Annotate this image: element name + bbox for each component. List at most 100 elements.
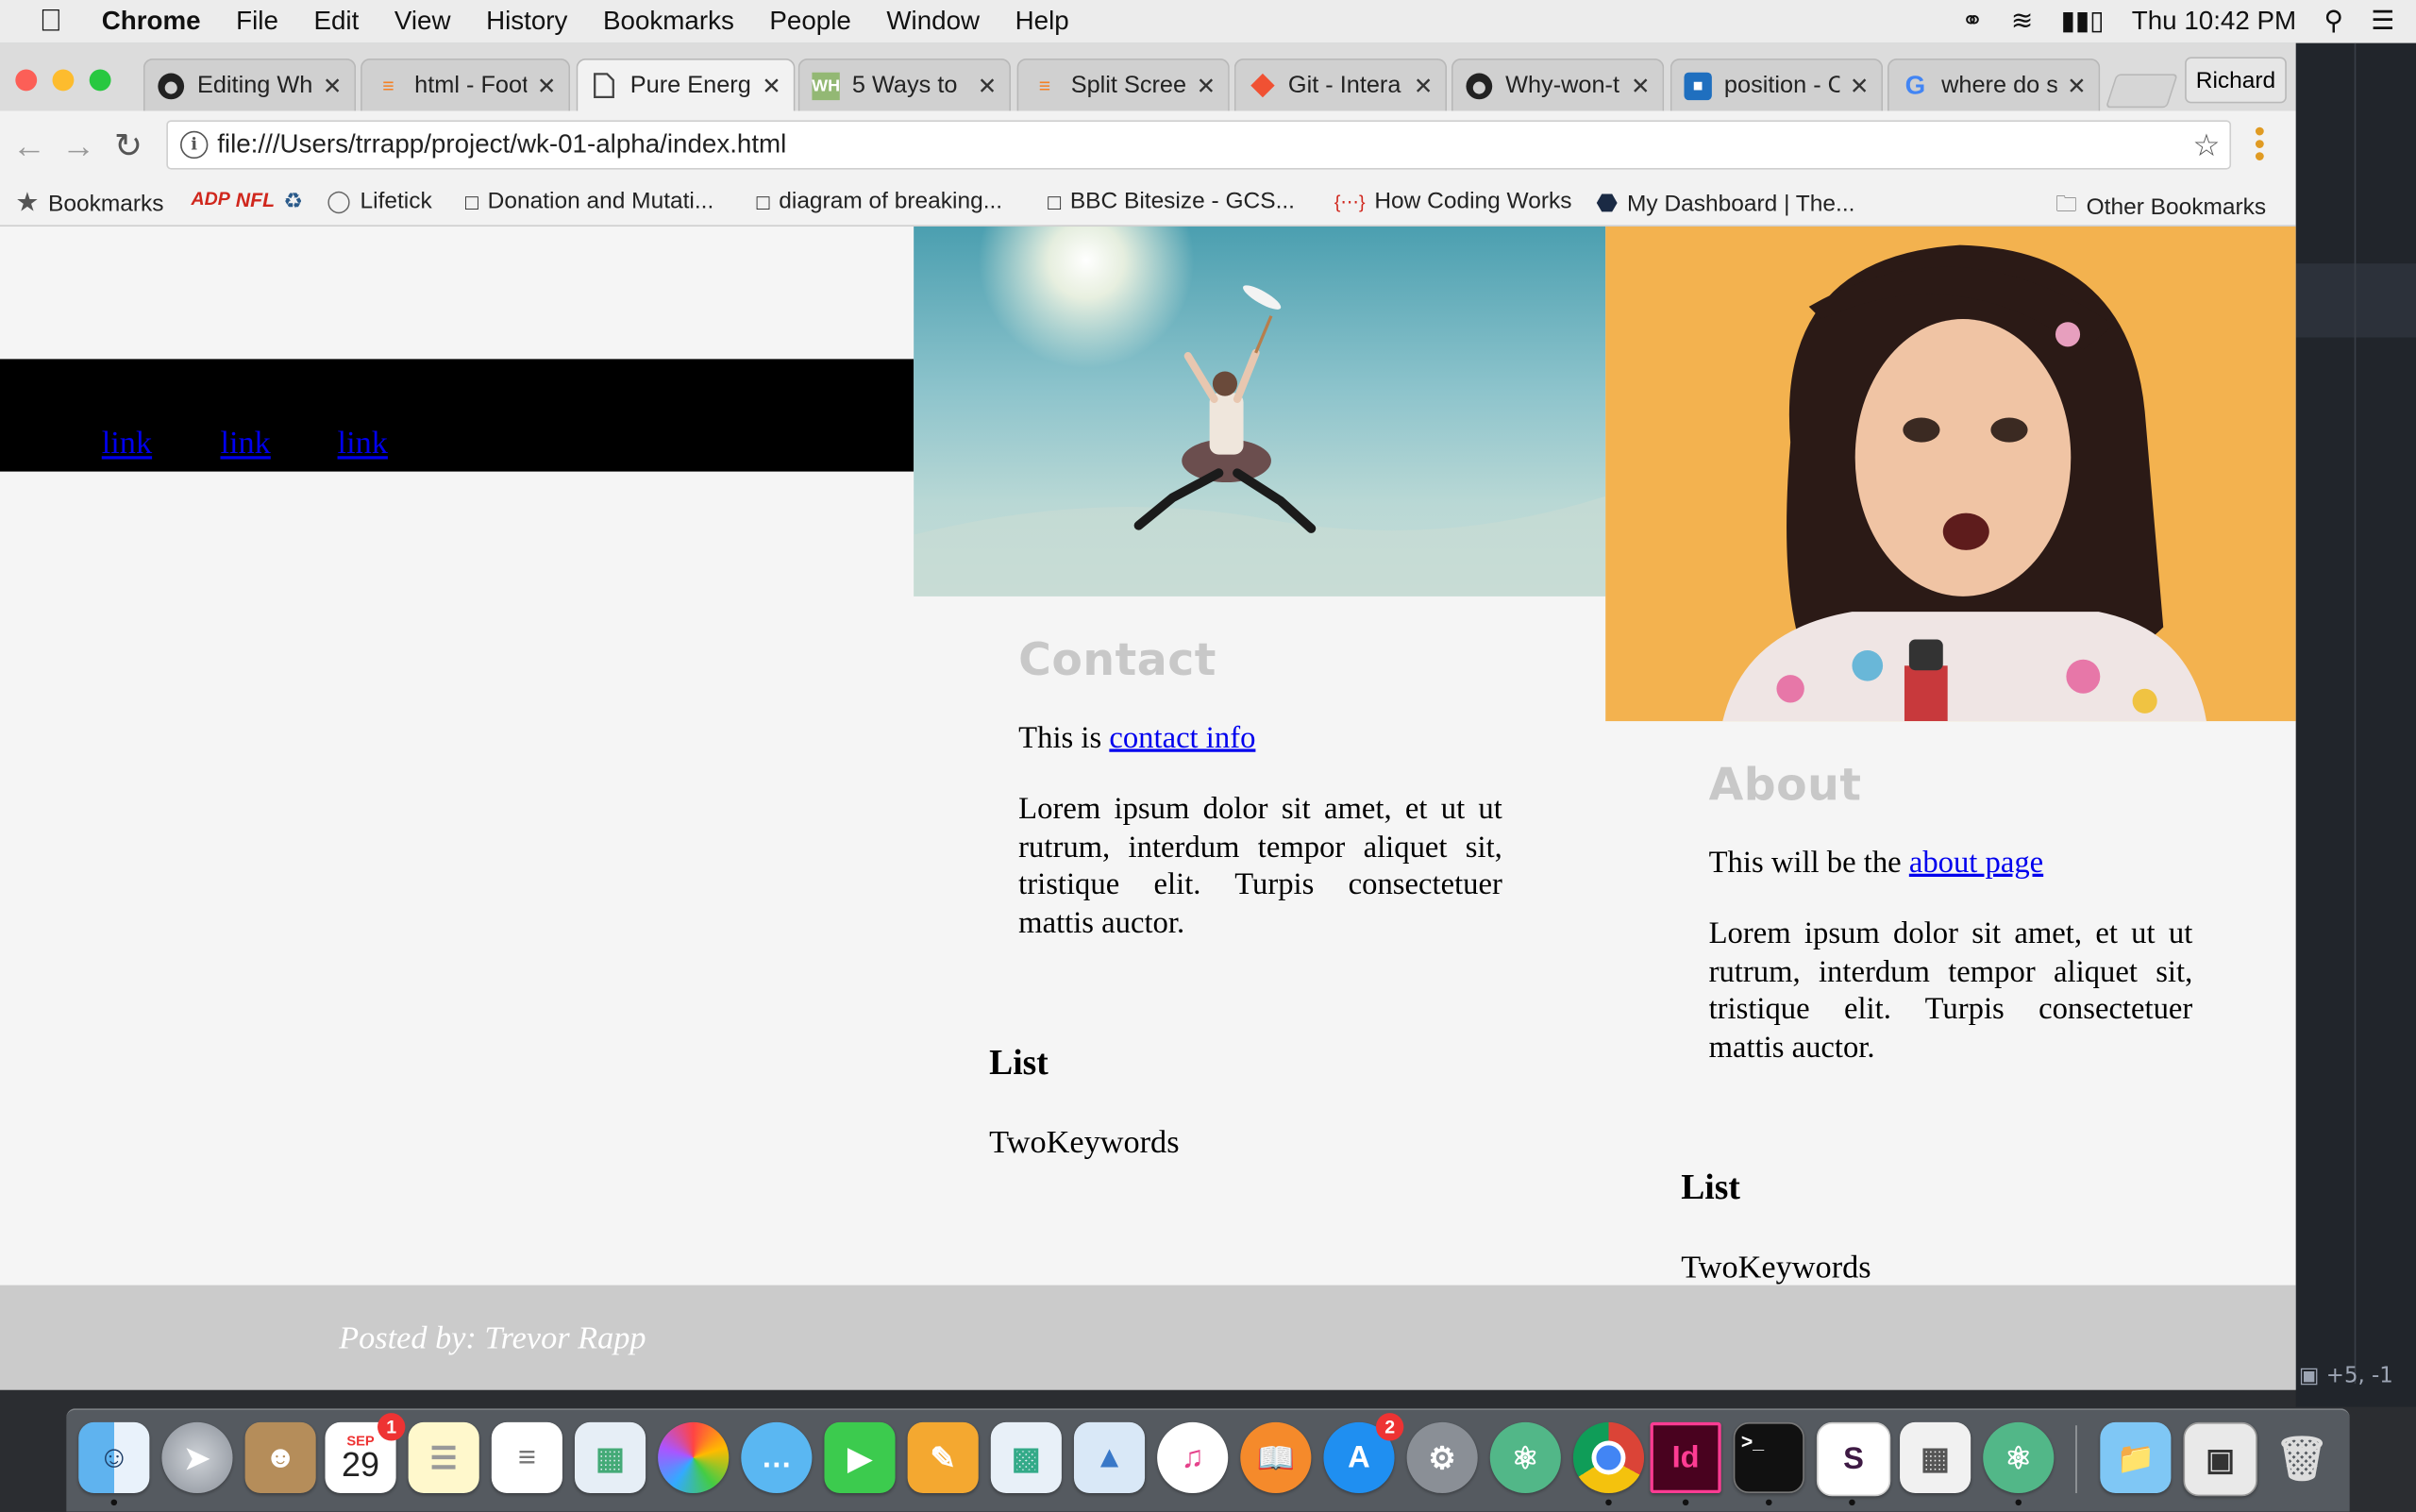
numbers-icon[interactable]: ▩: [990, 1421, 1062, 1494]
forward-arrow-icon[interactable]: →: [61, 126, 95, 166]
reminders-icon[interactable]: ≡: [491, 1421, 562, 1494]
close-tab-icon[interactable]: ✕: [323, 72, 343, 100]
about-list-item: TwoKeywords: [1681, 1248, 1871, 1285]
bookmark-figure[interactable]: ♻: [283, 188, 311, 214]
launchpad-icon[interactable]: ➤: [161, 1421, 233, 1494]
bookmark-bookmarks[interactable]: ★ Bookmarks: [15, 188, 163, 219]
menu-file[interactable]: File: [236, 7, 278, 38]
running-indicator: [1605, 1499, 1612, 1506]
new-tab-button[interactable]: [2105, 74, 2178, 109]
facetime-icon[interactable]: ▶: [824, 1421, 896, 1494]
finder-icon[interactable]: ☺: [78, 1421, 150, 1494]
bookmark-dashboard[interactable]: ⬣ My Dashboard | The...: [1596, 188, 1854, 219]
bookmark-diagram[interactable]: □ diagram of breaking...: [757, 188, 1002, 214]
wifi-icon[interactable]: ≋: [2011, 7, 2033, 38]
close-tab-icon[interactable]: ✕: [537, 72, 557, 100]
photos-icon[interactable]: [658, 1421, 730, 1494]
bookmark-lifetick[interactable]: ◯ Lifetick: [327, 188, 432, 214]
apple-menu-icon[interactable]: : [0, 4, 102, 40]
menu-view[interactable]: View: [394, 7, 451, 38]
close-tab-icon[interactable]: ✕: [1850, 72, 1870, 100]
itunes-icon[interactable]: ♫: [1157, 1421, 1229, 1494]
nav-link-3[interactable]: link: [338, 424, 388, 462]
system-preferences-icon[interactable]: ⚙: [1406, 1421, 1478, 1494]
close-tab-icon[interactable]: ✕: [978, 72, 998, 100]
downloads-folder-icon[interactable]: 📁: [2100, 1421, 2172, 1494]
chrome-menu-icon[interactable]: • • •: [2255, 117, 2265, 173]
about-intro-text: This will be the: [1708, 846, 1909, 881]
bookmark-how-coding-works[interactable]: {⋯} How Coding Works: [1334, 188, 1572, 214]
nav-link-1[interactable]: link: [102, 424, 152, 462]
trash-icon[interactable]: 🗑: [2267, 1422, 2338, 1493]
slack-icon[interactable]: S: [1816, 1421, 1891, 1497]
menu-bookmarks[interactable]: Bookmarks: [603, 7, 734, 38]
calendar-icon[interactable]: SEP 29 1: [325, 1413, 406, 1494]
menu-people[interactable]: People: [769, 7, 850, 38]
contact-section: Contact: [1018, 633, 1502, 686]
contact-body-text: Lorem ipsum dolor sit amet, et ut ut rut…: [1018, 792, 1502, 940]
about-page-link[interactable]: about page: [1909, 846, 2043, 880]
close-tab-icon[interactable]: ✕: [1414, 72, 1434, 100]
tab-title: Split Scree: [1070, 71, 1187, 98]
tab-git-interactive[interactable]: Git - Intera ✕: [1233, 59, 1448, 111]
tab-html-footer[interactable]: ≡ html - Foot ✕: [361, 59, 571, 111]
menu-edit[interactable]: Edit: [313, 7, 359, 38]
maximize-window-button[interactable]: [89, 69, 111, 92]
messages-icon[interactable]: …: [741, 1421, 813, 1494]
keynote-icon[interactable]: ▲: [1073, 1421, 1146, 1494]
contact-info-link[interactable]: contact info: [1109, 721, 1255, 755]
battery-icon[interactable]: ▮▮▯: [2061, 7, 2105, 38]
nav-link-2[interactable]: link: [220, 424, 270, 462]
terminal-icon[interactable]: >_: [1733, 1421, 1804, 1494]
close-tab-icon[interactable]: ✕: [1197, 72, 1216, 100]
window-preview-icon[interactable]: ▣: [2183, 1421, 2257, 1497]
bookmark-bbc[interactable]: □ BBC Bitesize - GCS...: [1048, 188, 1295, 214]
ibooks-icon[interactable]: 📖: [1240, 1421, 1312, 1494]
back-arrow-icon[interactable]: ←: [12, 126, 46, 166]
tab-where-do[interactable]: G where do s ✕: [1887, 59, 2101, 111]
close-window-button[interactable]: [15, 69, 38, 92]
adp-icon: ADP: [191, 188, 230, 210]
menubar-clock[interactable]: Thu 10:42 PM: [2132, 7, 2296, 38]
tab-editing[interactable]: Editing Wh ✕: [143, 59, 357, 111]
info-icon[interactable]: i: [180, 130, 209, 160]
tab-5-ways[interactable]: WH 5 Ways to ✕: [797, 59, 1012, 111]
profile-button[interactable]: Richard: [2185, 57, 2287, 104]
indesign-icon[interactable]: Id: [1650, 1421, 1721, 1494]
address-bar[interactable]: i file:///Users/trrapp/project/wk-01-alp…: [166, 120, 2232, 170]
tab-pure-energy[interactable]: Pure Energ ✕: [576, 59, 796, 111]
pages-icon[interactable]: ✎: [907, 1421, 979, 1494]
minimize-window-button[interactable]: [52, 69, 75, 92]
menu-help[interactable]: Help: [1015, 7, 1069, 38]
preview-icon[interactable]: ▦: [574, 1421, 646, 1494]
hexagon-icon: ⬣: [1596, 191, 1619, 218]
bookmark-star-icon[interactable]: ☆: [2192, 126, 2220, 165]
creative-cloud-icon[interactable]: ⚭: [1961, 7, 1983, 38]
close-tab-icon[interactable]: ✕: [2067, 72, 2087, 100]
tab-why-wont[interactable]: Why-won-t ✕: [1451, 59, 1665, 111]
calculator-icon[interactable]: ▦: [1900, 1421, 1971, 1494]
address-url[interactable]: file:///Users/trrapp/project/wk-01-alpha…: [217, 129, 786, 160]
contact-list-heading: List: [989, 1043, 1049, 1083]
menu-history[interactable]: History: [486, 7, 567, 38]
bookmark-adp[interactable]: ADP: [191, 188, 239, 210]
bookmark-nfl[interactable]: NFL: [236, 188, 284, 210]
close-tab-icon[interactable]: ✕: [762, 72, 781, 100]
menu-window[interactable]: Window: [886, 7, 980, 38]
notification-center-icon[interactable]: ☰: [2371, 7, 2394, 38]
tab-position[interactable]: ■ position - C ✕: [1669, 59, 1884, 111]
reload-icon[interactable]: ↻: [114, 126, 143, 166]
spotlight-search-icon[interactable]: ⚲: [2324, 7, 2343, 38]
contact-intro-text: This is: [1018, 721, 1110, 755]
app-store-icon[interactable]: A2: [1323, 1413, 1404, 1494]
tab-split-screen[interactable]: ≡ Split Scree ✕: [1016, 59, 1230, 111]
chrome-icon[interactable]: [1572, 1421, 1645, 1494]
bookmark-other[interactable]: 🗀 Other Bookmarks: [2055, 188, 2266, 225]
contacts-icon[interactable]: ☻: [244, 1421, 316, 1494]
atom-icon[interactable]: ⚛: [1489, 1421, 1561, 1494]
close-tab-icon[interactable]: ✕: [1631, 72, 1651, 100]
notes-icon[interactable]: ☰: [408, 1421, 479, 1494]
menu-chrome[interactable]: Chrome: [102, 7, 201, 38]
bookmark-donation[interactable]: □ Donation and Mutati...: [465, 188, 713, 214]
atom-beta-icon[interactable]: ⚛: [1983, 1421, 2055, 1494]
